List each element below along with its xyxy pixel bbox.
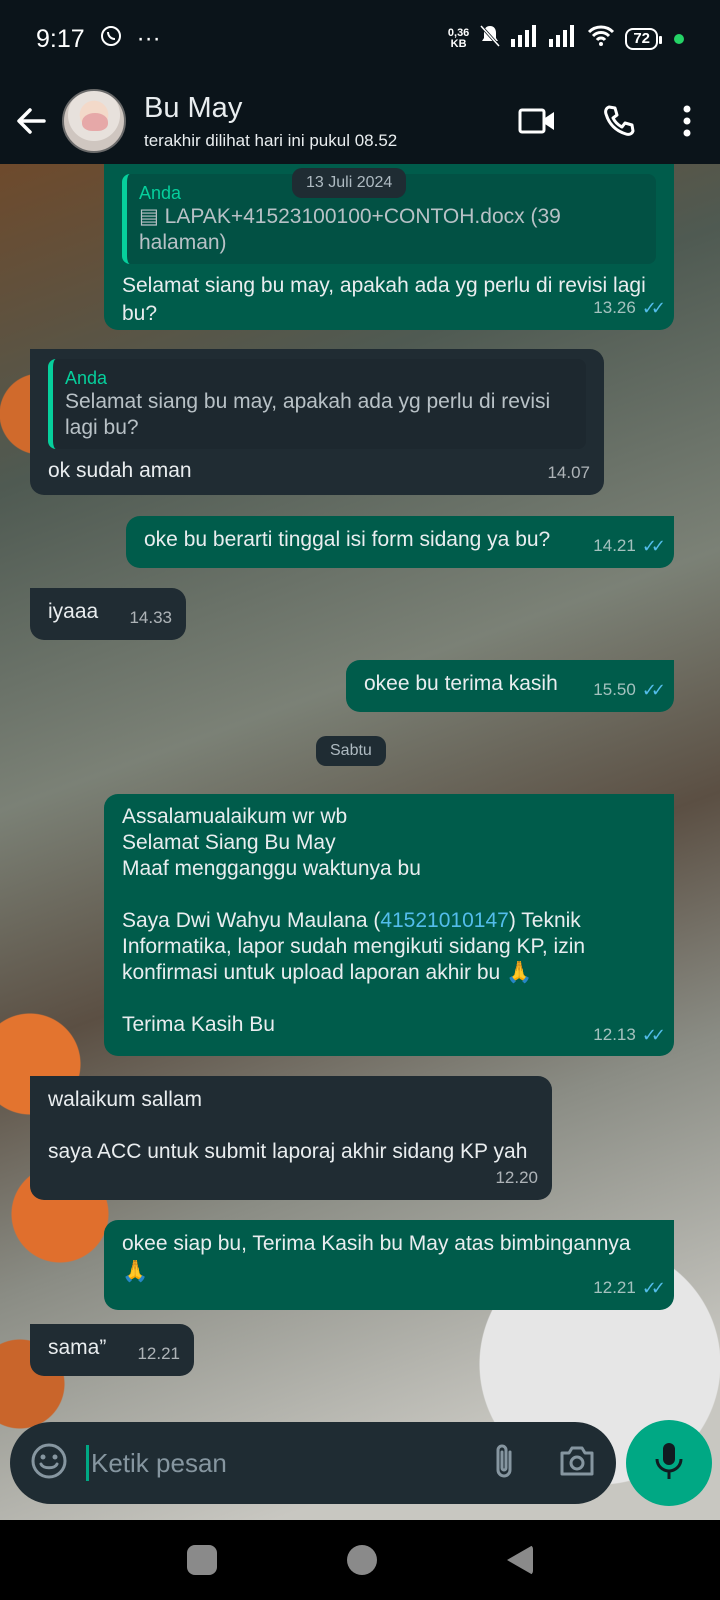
wifi-icon bbox=[587, 25, 615, 54]
message-bubble-outgoing[interactable]: okee bu terima kasih 15.50 ✓✓ bbox=[346, 660, 674, 712]
more-notifications-icon: ··· bbox=[136, 25, 161, 52]
camera-icon[interactable] bbox=[558, 1444, 596, 1483]
message-bubble-incoming[interactable]: iyaaa 14.33 bbox=[30, 588, 186, 640]
message-line: Assalamualaikum wr wb bbox=[122, 805, 348, 828]
home-button[interactable] bbox=[347, 1545, 377, 1575]
read-ticks-icon: ✓✓ bbox=[641, 298, 666, 318]
arrow-left-icon[interactable] bbox=[14, 104, 48, 138]
video-call-icon[interactable] bbox=[518, 106, 556, 136]
message-time: 12.21 bbox=[593, 1278, 636, 1297]
message-time: 13.26 bbox=[593, 298, 636, 317]
more-vertical-icon[interactable] bbox=[682, 104, 692, 138]
message-bubble-incoming[interactable]: Anda Selamat siang bu may, apakah ada yg… bbox=[30, 349, 604, 495]
system-navigation-bar bbox=[0, 1520, 720, 1600]
recent-apps-button[interactable] bbox=[187, 1545, 217, 1575]
message-time: 14.21 bbox=[593, 536, 636, 555]
message-line: Maaf mengganggu waktunya bu bbox=[122, 857, 421, 880]
read-ticks-icon: ✓✓ bbox=[641, 680, 666, 700]
mute-icon bbox=[479, 24, 501, 55]
message-line: Saya Dwi Wahyu Maulana (41521010147) Tek… bbox=[122, 908, 656, 986]
message-text: Selamat siang bu may, apakah ada yg perl… bbox=[122, 274, 646, 325]
message-bubble-outgoing[interactable]: okee siap bu, Terima Kasih bu May atas b… bbox=[104, 1220, 674, 1310]
message-input[interactable] bbox=[86, 1445, 480, 1481]
quote-author: Anda bbox=[65, 368, 108, 388]
quote-text: Selamat siang bu may, apakah ada yg perl… bbox=[65, 390, 551, 439]
chat-area[interactable]: Anda ▤ LAPAK+41523100100+CONTOH.docx (39… bbox=[0, 164, 720, 1520]
message-time: 12.20 bbox=[495, 1168, 538, 1187]
message-text: oke bu berarti tinggal isi form sidang y… bbox=[144, 528, 551, 551]
last-seen-status: terakhir dilihat hari ini pukul 08.52 bbox=[144, 130, 398, 150]
quoted-message[interactable]: Anda Selamat siang bu may, apakah ada yg… bbox=[48, 359, 586, 449]
microphone-button[interactable] bbox=[626, 1420, 712, 1506]
message-line: Terima Kasih Bu bbox=[122, 1013, 275, 1036]
message-text: ok sudah aman bbox=[48, 459, 192, 482]
message-text-part: Saya Dwi Wahyu Maulana ( bbox=[122, 909, 381, 932]
message-time: 14.33 bbox=[129, 608, 172, 627]
message-time: 15.50 bbox=[593, 680, 636, 699]
privacy-indicator-dot bbox=[674, 34, 684, 44]
net-speed-unit: KB bbox=[450, 38, 467, 50]
signal-icon-2 bbox=[549, 24, 577, 54]
date-chip: 13 Juli 2024 bbox=[292, 168, 407, 198]
message-time: 14.07 bbox=[547, 463, 590, 482]
microphone-icon bbox=[654, 1441, 684, 1486]
emoji-icon[interactable] bbox=[30, 1442, 68, 1485]
message-line: walaikum sallam bbox=[48, 1088, 203, 1111]
status-bar: 9:17 ··· 0,36 KB 72 bbox=[0, 0, 720, 78]
whatsapp-notification-icon bbox=[99, 24, 123, 55]
phone-icon[interactable] bbox=[602, 104, 636, 138]
message-composer bbox=[10, 1422, 616, 1504]
contact-info[interactable]: Bu May terakhir dilihat hari ini pukul 0… bbox=[144, 92, 397, 151]
phone-number-link[interactable]: 41521010147 bbox=[380, 909, 508, 932]
message-bubble-outgoing[interactable]: Assalamualaikum wr wb Selamat Siang Bu M… bbox=[104, 794, 674, 1056]
date-chip: Sabtu bbox=[316, 736, 386, 766]
message-bubble-incoming[interactable]: walaikum sallam saya ACC untuk submit la… bbox=[30, 1076, 552, 1200]
signal-icon-1 bbox=[511, 24, 539, 54]
read-ticks-icon: ✓✓ bbox=[641, 1278, 666, 1298]
read-ticks-icon: ✓✓ bbox=[641, 1025, 666, 1045]
back-button[interactable] bbox=[507, 1545, 533, 1575]
message-bubble-outgoing[interactable]: oke bu berarti tinggal isi form sidang y… bbox=[126, 516, 674, 568]
contact-avatar[interactable] bbox=[62, 89, 126, 153]
contact-name: Bu May bbox=[144, 91, 243, 124]
chat-header: Bu May terakhir dilihat hari ini pukul 0… bbox=[0, 78, 720, 164]
battery-indicator: 72 bbox=[625, 28, 662, 50]
quote-document: ▤ LAPAK+41523100100+CONTOH.docx (39 hala… bbox=[139, 205, 561, 254]
message-bubble-incoming[interactable]: sama” 12.21 bbox=[30, 1324, 194, 1376]
message-line: saya ACC untuk submit laporaj akhir sida… bbox=[48, 1140, 528, 1163]
paperclip-icon[interactable] bbox=[492, 1442, 516, 1485]
read-ticks-icon: ✓✓ bbox=[641, 536, 666, 556]
message-time: 12.13 bbox=[593, 1025, 636, 1044]
net-speed: 0,36 KB bbox=[448, 28, 469, 50]
message-time: 12.21 bbox=[137, 1344, 180, 1363]
message-line: Selamat Siang Bu May bbox=[122, 831, 336, 854]
clock: 9:17 bbox=[36, 24, 85, 53]
message-text: okee siap bu, Terima Kasih bu May atas b… bbox=[122, 1232, 631, 1283]
